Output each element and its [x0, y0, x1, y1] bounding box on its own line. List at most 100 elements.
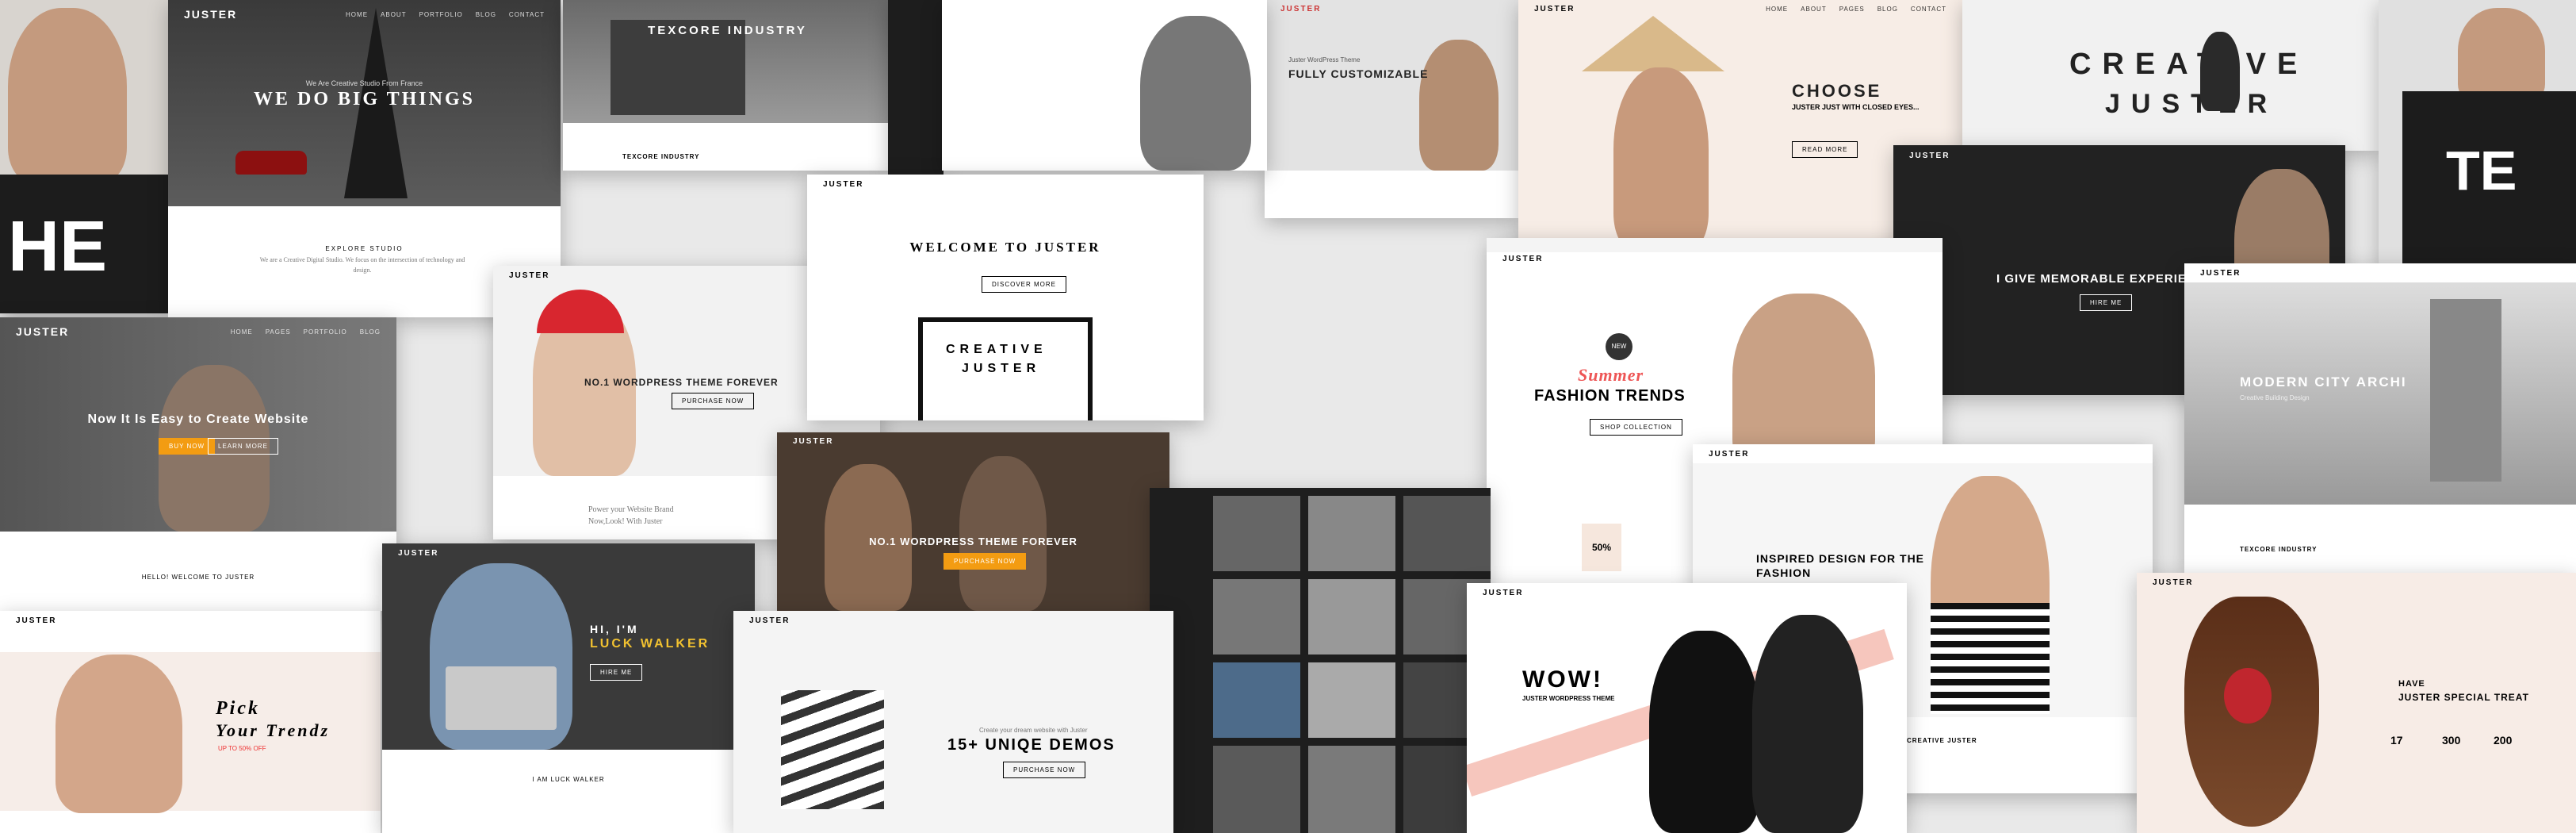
logo[interactable]: JUSTER	[16, 325, 69, 338]
grid-photo-10	[1213, 746, 1300, 833]
dancer-figure	[2200, 32, 2240, 111]
photographers-button[interactable]: PURCHASE NOW	[944, 553, 1027, 570]
city-foot: TEXCORE INDUSTRY	[2240, 546, 2318, 553]
cust-sub: Juster WordPress Theme	[1288, 56, 1361, 63]
logo[interactable]: JUSTER	[1502, 255, 1543, 263]
welcome-laptop-line2: JUSTER	[962, 362, 1041, 375]
hat-man-figure	[1613, 67, 1709, 250]
trendz-sub: UP TO 50% OFF	[218, 745, 266, 752]
walker-hi: HI, I'M	[590, 623, 639, 635]
card-photographers: JUSTER NO.1 WORDPRESS THEME FOREVER PURC…	[777, 432, 1169, 611]
logo[interactable]: JUSTER	[2200, 269, 2241, 278]
creative-line1: CREATIVE	[2069, 48, 2309, 81]
treat-t2: JUSTER SPECIAL TREAT	[2398, 692, 2529, 703]
treat-n3: 200	[2494, 734, 2513, 747]
inspired-foot: CREATIVE JUSTER	[1907, 737, 1977, 744]
logo[interactable]: JUSTER	[793, 437, 833, 446]
card-special-treat: JUSTER HAVE JUSTER SPECIAL TREAT 17 300 …	[2137, 573, 2576, 833]
easy-buy-button[interactable]: BUY NOW	[159, 438, 216, 455]
texcore-title: TEXCORE INDUSTRY	[648, 24, 807, 37]
easy-learn-button[interactable]: LEARN MORE	[208, 438, 278, 455]
red-cap-button[interactable]: PURCHASE NOW	[672, 393, 755, 409]
wow-title: WOW!	[1522, 666, 1603, 693]
tshirt-man-figure	[2458, 8, 2545, 103]
easy-title: Now It Is Easy to Create Website	[87, 413, 309, 426]
card-photo-grid	[1150, 488, 1491, 833]
trendz-woman-figure	[56, 654, 182, 813]
hero-title: WE DO BIG THINGS	[254, 89, 475, 109]
demos-button[interactable]: PURCHASE NOW	[1003, 762, 1086, 778]
welcome-title: WELCOME TO JUSTER	[909, 240, 1101, 255]
fashion-badge: NEW	[1606, 333, 1632, 360]
logo[interactable]: JUSTER	[1909, 152, 1950, 160]
card-demos: JUSTER Create your dream website with Ju…	[733, 611, 1173, 833]
welcome-button[interactable]: DISCOVER MORE	[982, 276, 1067, 293]
logo[interactable]: JUSTER	[1280, 5, 1321, 13]
red-cap-foot2: Now,Look! With Juster	[588, 517, 663, 526]
grid-photo-7	[1213, 662, 1300, 738]
card-welcome: JUSTER WELCOME TO JUSTER DISCOVER MORE C…	[807, 175, 1204, 420]
logo[interactable]: JUSTER	[823, 180, 863, 189]
fashion-button[interactable]: SHOP COLLECTION	[1590, 419, 1682, 436]
logo[interactable]: JUSTER	[1534, 5, 1575, 13]
card-easy-website: JUSTER HOME PAGES PORTFOLIO BLOG Now It Is E…	[0, 317, 396, 611]
grid-photo-8	[1308, 662, 1395, 738]
card-texcore-top: TEXCORE INDUSTRY TEXCORE INDUSTRY	[563, 0, 892, 171]
red-cap-title: NO.1 WORDPRESS THEME FOREVER	[584, 377, 779, 388]
creative-line2: JUSTER	[2105, 89, 2279, 119]
fashion-price-tag: 50%	[1582, 524, 1621, 571]
logo[interactable]: JUSTER	[398, 549, 438, 558]
logo[interactable]: JUSTER	[16, 616, 56, 625]
demos-title: 15+ UNIQE DEMOS	[947, 736, 1116, 754]
card-pick-trendz: JUSTER Pick Your Trendz UP TO 50% OFF	[0, 611, 381, 833]
logo[interactable]: JUSTER	[1709, 450, 1749, 459]
card-headphones: HE	[0, 0, 170, 313]
woman-glasses-figure	[1419, 40, 1499, 171]
welcome-text: HELLO! WELCOME TO JUSTER	[141, 574, 255, 581]
photographers-title: NO.1 WORDPRESS THEME FOREVER	[869, 536, 1077, 547]
beard-man-figure	[1140, 16, 1251, 171]
straw-hat	[1582, 16, 1724, 71]
walker-name: LUCK WALKER	[590, 637, 710, 651]
demos-sub: Create your dream website with Juster	[979, 727, 1088, 734]
memorable-button[interactable]: HIRE ME	[2080, 294, 2133, 311]
treat-n1: 17	[2390, 734, 2403, 747]
striped-shirt	[1931, 603, 2050, 714]
logo[interactable]: JUSTER	[2153, 578, 2193, 587]
treat-t1: HAVE	[2398, 679, 2425, 689]
dark-strip	[888, 0, 944, 175]
logo[interactable]: JUSTER	[749, 616, 790, 625]
laptop	[446, 666, 557, 730]
choose-sub: JUSTER JUST WITH CLOSED EYES...	[1792, 103, 1920, 111]
trendz-script1: Pick	[216, 698, 260, 719]
grid-photo-4	[1213, 579, 1300, 654]
card-luck-walker: JUSTER HI, I'M LUCK WALKER HIRE ME I AM …	[382, 543, 755, 833]
card-wow: JUSTER WOW! JUSTER WORDPRESS THEME	[1467, 583, 1907, 833]
logo[interactable]: JUSTER	[1483, 589, 1523, 597]
trendz-script2: Your Trendz	[216, 720, 331, 740]
grid-photo-5	[1308, 579, 1395, 654]
grid-photo-1	[1213, 496, 1300, 571]
card-customizable: JUSTER Juster WordPress Theme FULLY CUST…	[1265, 0, 1518, 218]
photographer2-figure	[959, 456, 1047, 611]
red-car	[235, 151, 307, 175]
city-sub: Creative Building Design	[2240, 394, 2310, 401]
texcore-label: TEXCORE INDUSTRY	[622, 153, 700, 160]
red-cap-foot1: Power your Website Brand	[588, 505, 674, 514]
mime-left-figure	[1649, 631, 1760, 833]
choose-title: CHOOSE	[1792, 81, 1882, 101]
tower-shape	[2430, 299, 2501, 482]
logo[interactable]: JUSTER	[184, 8, 237, 21]
hero-subtitle: We Are Creative Studio From France	[305, 79, 423, 87]
section-text: We are a Creative Digital Studio. We foc…	[259, 256, 465, 274]
layer-stack	[781, 690, 884, 809]
grid-photo-3	[1403, 496, 1491, 571]
cust-title: FULLY CUSTOMIZABLE	[1288, 67, 1429, 80]
choose-button[interactable]: READ MORE	[1792, 141, 1858, 158]
walker-button[interactable]: HIRE ME	[590, 664, 643, 681]
city-title: MODERN CITY ARCHI	[2240, 374, 2407, 390]
logo[interactable]: JUSTER	[509, 271, 549, 280]
memorable-title: I GIVE MEMORABLE EXPERIENCE	[1996, 272, 2214, 286]
grid-photo-2	[1308, 496, 1395, 571]
card-creative-dancer: CREATIVE JUSTER	[1962, 0, 2379, 151]
